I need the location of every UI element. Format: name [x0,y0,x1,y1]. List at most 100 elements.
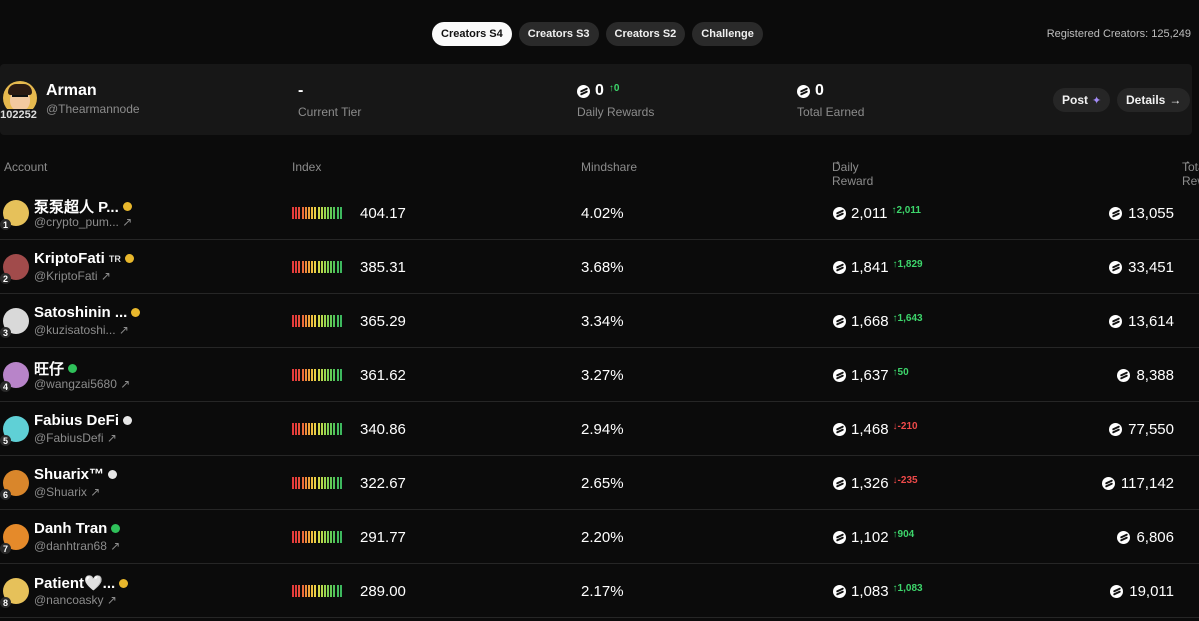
current-tier-stat: - Current Tier [298,81,361,119]
post-button[interactable]: Post ✦ [1053,88,1111,112]
token-icon [1117,531,1131,544]
daily-reward: 1,326 ↓-235 [833,475,918,492]
total-earned-stat: 0 Total Earned [797,81,864,119]
index-bar-segment [301,531,304,543]
creator-name[interactable]: KriptoFati TR [34,250,134,267]
index-bar-segment [307,423,310,435]
creator-handle-link[interactable]: @FabiusDefi ↗ [34,431,117,445]
index-bar-segment [320,531,323,543]
external-link-icon: ↗ [122,215,133,229]
table-row[interactable]: 3 Satoshinin ... @kuzisatoshi... ↗ 365.2… [0,294,1199,348]
user-handle[interactable]: @Thearmannode [46,102,140,116]
sort-icon[interactable]: ⌃ [834,160,842,171]
verified-badge-icon [124,254,134,263]
index-bar-segment [323,369,326,381]
daily-reward: 1,841 ↑1,829 [833,259,923,276]
current-tier-label: Current Tier [298,105,362,119]
index-bar-segment [323,531,326,543]
table-row[interactable]: 2 KriptoFati TR @KriptoFati ↗ 385.31 3.6… [0,240,1199,294]
index-bar-segment [292,423,294,435]
index-bar-segment [327,261,330,273]
index-bar-segment [304,585,307,597]
index-bar-segment [336,585,339,597]
index-bar-segment [292,315,294,327]
index-bar-segment [333,531,336,543]
creator-name[interactable]: 旺仔 [34,358,78,379]
token-icon [833,369,846,382]
country-tag: TR [108,253,121,264]
creator-handle-link[interactable]: @kuzisatoshi... ↗ [34,323,129,337]
creator-handle-link[interactable]: @crypto_pum... ↗ [34,215,132,229]
index-value: 385.31 [360,259,406,276]
creator-handle-link[interactable]: @wangzai5680 ↗ [34,377,130,391]
index-bar-segment [304,261,307,273]
index-bar-segment [336,369,339,381]
creator-name-text: Fabius DeFi [34,412,120,429]
current-tier-value: - [298,82,304,99]
creator-name-text: KriptoFati [34,250,105,267]
index-bar-segment [330,315,333,327]
index-bar-segment [339,477,342,489]
external-link-icon: ↗ [90,485,101,499]
index-value: 361.62 [360,367,406,384]
verified-badge-icon [108,470,118,479]
index-bar-segment [336,423,339,435]
creator-name-text: 泵泵超人 P... [34,199,119,216]
index-bar-segment [314,531,317,543]
creator-name[interactable]: Satoshinin ... [34,304,141,321]
index-bar-segment [311,369,314,381]
creator-handle-link[interactable]: @danhtran68 ↗ [34,539,120,553]
daily-reward-delta: ↓-210 [892,420,918,432]
index-bar-segment [339,585,342,597]
table-row[interactable]: 8 Patient🤍... @nancoasky ↗ 289.00 2.17% … [0,564,1199,618]
creator-name[interactable]: Patient🤍... [34,574,129,592]
verified-badge-icon [119,578,129,588]
total-reward: 19,011 [1110,583,1174,600]
index-bar-segment [292,585,294,597]
creator-name[interactable]: Danh Tran [34,520,121,537]
user-name: Arman [46,82,97,99]
index-bar-segment [317,207,320,219]
index-bar-segment [307,585,310,597]
index-value: 404.17 [360,205,406,222]
index-bar-segment [333,315,336,327]
index-bar-segment [307,207,310,219]
table-row[interactable]: 5 Fabius DeFi @FabiusDefi ↗ 340.86 2.94%… [0,402,1199,456]
tab-creators-s4[interactable]: Creators S4 [432,22,512,46]
index-bar-segment [339,369,342,381]
index-bar-segment [292,261,294,273]
rank-badge: 8 [0,597,11,608]
details-button[interactable]: Details → [1117,88,1191,112]
token-icon [1109,315,1123,328]
index-bar-segment [336,477,339,489]
index-bar-segment [336,207,339,219]
arrow-right-icon: → [1169,93,1182,107]
daily-reward-delta: ↓-235 [892,474,918,486]
table-row[interactable]: 6 Shuarix™ @Shuarix ↗ 322.67 2.65% 1,326… [0,456,1199,510]
total-reward-value: 13,614 [1128,313,1174,330]
table-row[interactable]: 7 Danh Tran @danhtran68 ↗ 291.77 2.20% 1… [0,510,1199,564]
table-row[interactable]: 4 旺仔 @wangzai5680 ↗ 361.62 3.27% 1,637 ↑… [0,348,1199,402]
creator-handle-link[interactable]: @Shuarix ↗ [34,485,100,499]
creator-name[interactable]: Shuarix™ [34,466,118,483]
daily-reward-delta: ↑1,083 [892,582,923,594]
mindshare-value: 2.94% [581,421,624,438]
index-bar-segment [314,315,317,327]
creator-name[interactable]: Fabius DeFi [34,412,133,429]
tab-creators-s2[interactable]: Creators S2 [605,22,686,46]
tab-creators-s3[interactable]: Creators S3 [518,22,599,46]
mindshare-value: 2.65% [581,475,624,492]
table-row[interactable]: 1 泵泵超人 P... @crypto_pum... ↗ 404.17 4.02… [0,186,1199,240]
index-bar-segment [323,423,326,435]
index-bar-segment [333,261,336,273]
index-bar-segment [307,261,310,273]
creator-name[interactable]: 泵泵超人 P... [34,196,132,217]
index-bar-segment [330,585,333,597]
index-bar-segment [330,423,333,435]
sort-icon[interactable]: ⌃ [1184,160,1192,171]
token-icon [1109,207,1123,220]
tab-challenge[interactable]: Challenge [692,22,763,46]
creator-handle-link[interactable]: @KriptoFati ↗ [34,269,111,283]
index-bar-segment [327,585,330,597]
creator-handle-link[interactable]: @nancoasky ↗ [34,593,117,607]
